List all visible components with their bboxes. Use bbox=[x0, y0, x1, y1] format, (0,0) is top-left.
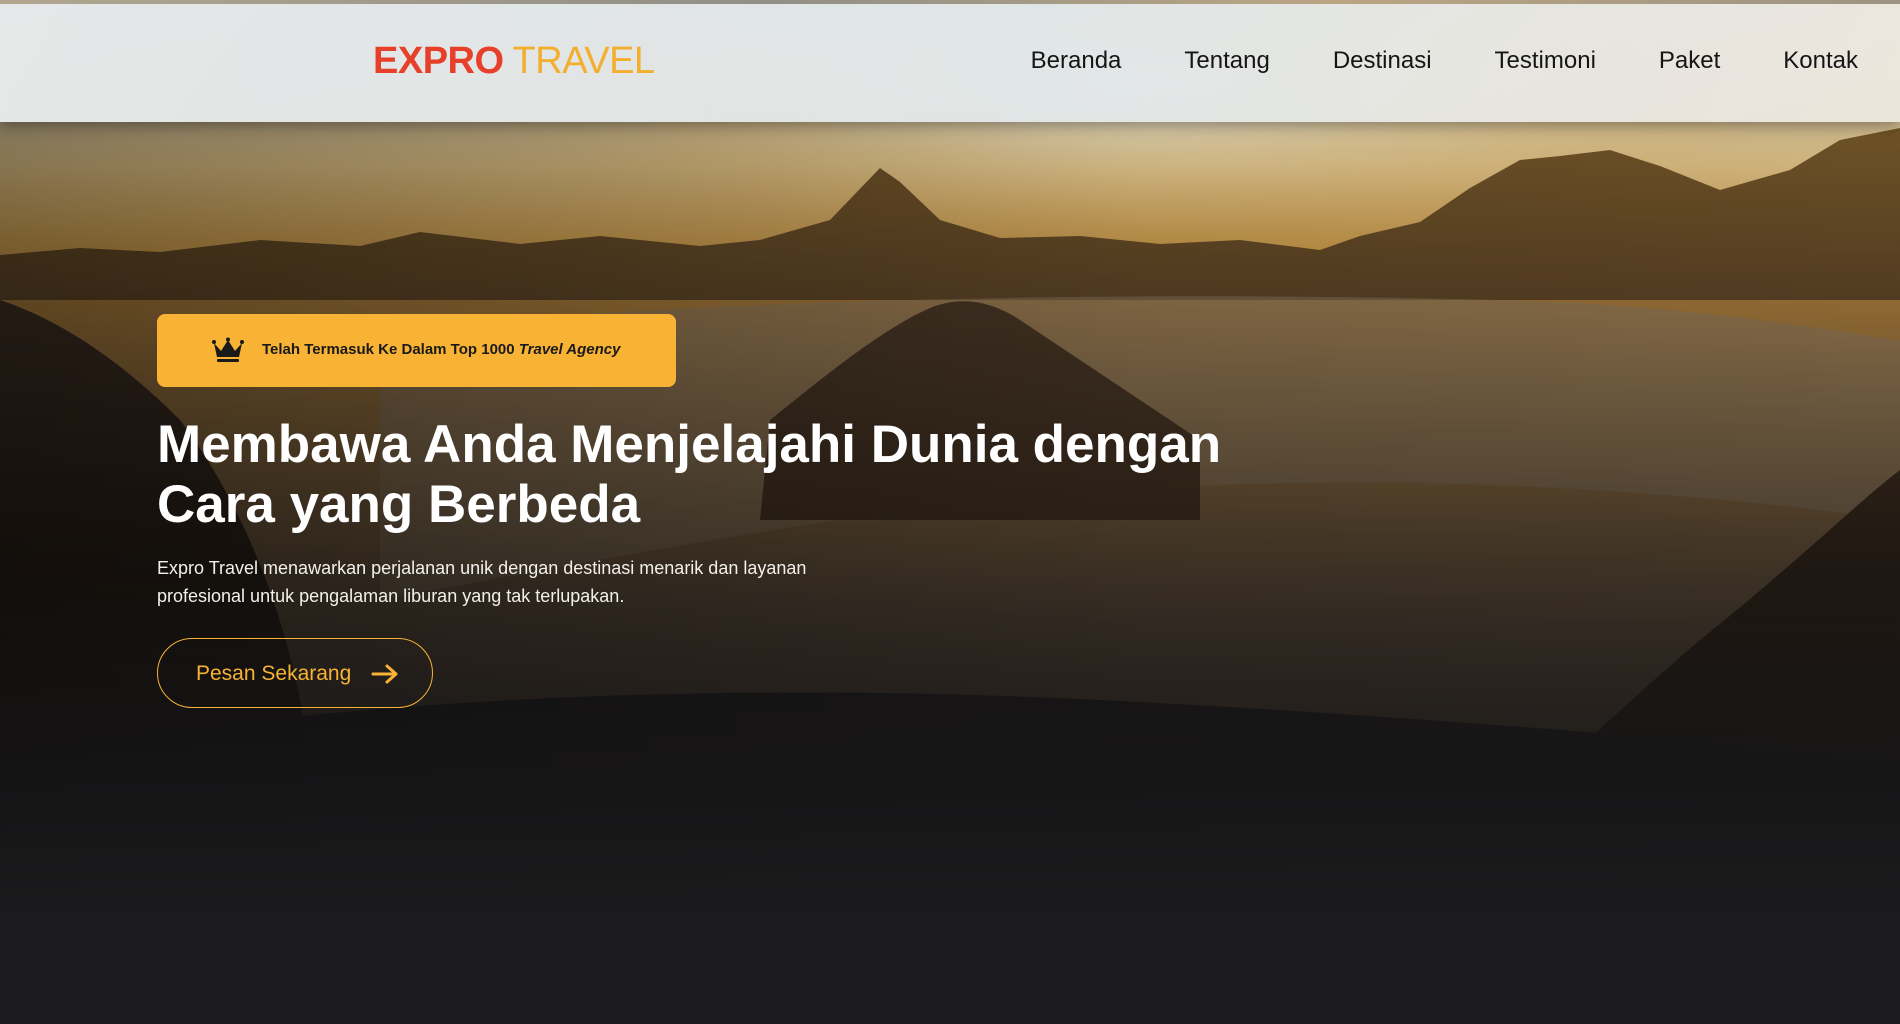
nav-item-kontak[interactable]: Kontak bbox=[1783, 44, 1858, 78]
book-now-button-label: Pesan Sekarang bbox=[196, 662, 352, 685]
brand-name-part2: TRAVEL bbox=[512, 40, 656, 82]
navbar-top-strip bbox=[0, 0, 1900, 4]
hero-description: Expro Travel menawarkan perjalanan unik … bbox=[157, 554, 917, 610]
book-now-button[interactable]: Pesan Sekarang bbox=[157, 638, 433, 708]
nav-item-paket[interactable]: Paket bbox=[1659, 44, 1720, 78]
nav-item-destinasi[interactable]: Destinasi bbox=[1333, 44, 1432, 78]
arrow-right-icon bbox=[371, 664, 398, 684]
nav-item-tentang[interactable]: Tentang bbox=[1184, 44, 1269, 78]
award-badge-text: Telah Termasuk Ke Dalam Top 1000 Travel … bbox=[262, 339, 620, 361]
main-navigation: Beranda Tentang Destinasi Testimoni Pake… bbox=[1031, 44, 1858, 78]
award-badge-text-italic: Travel Agency bbox=[518, 341, 621, 358]
nav-item-testimoni[interactable]: Testimoni bbox=[1495, 44, 1596, 78]
nav-item-beranda[interactable]: Beranda bbox=[1031, 44, 1122, 78]
hero-headline: Membawa Anda Menjelajahi Dunia dengan Ca… bbox=[157, 415, 1357, 535]
top-navbar: EXPRO TRAVEL Beranda Tentang Destinasi Te… bbox=[0, 0, 1900, 122]
hero-headline-line1: Membawa Anda Menjelajahi Dunia dengan bbox=[157, 415, 1222, 474]
hero-description-line1: Expro Travel menawarkan perjalanan unik … bbox=[157, 558, 807, 578]
brand-name-part1: EXPRO bbox=[373, 40, 504, 82]
award-badge-text-plain: Telah Termasuk Ke Dalam Top 1000 bbox=[262, 341, 519, 358]
hero-headline-line2: Cara yang Berbeda bbox=[157, 475, 641, 534]
crown-icon bbox=[212, 337, 244, 362]
hero-description-line2: profesional untuk pengalaman liburan yan… bbox=[157, 586, 625, 606]
award-badge: Telah Termasuk Ke Dalam Top 1000 Travel … bbox=[157, 314, 676, 387]
brand-logo[interactable]: EXPRO TRAVEL bbox=[373, 38, 655, 84]
